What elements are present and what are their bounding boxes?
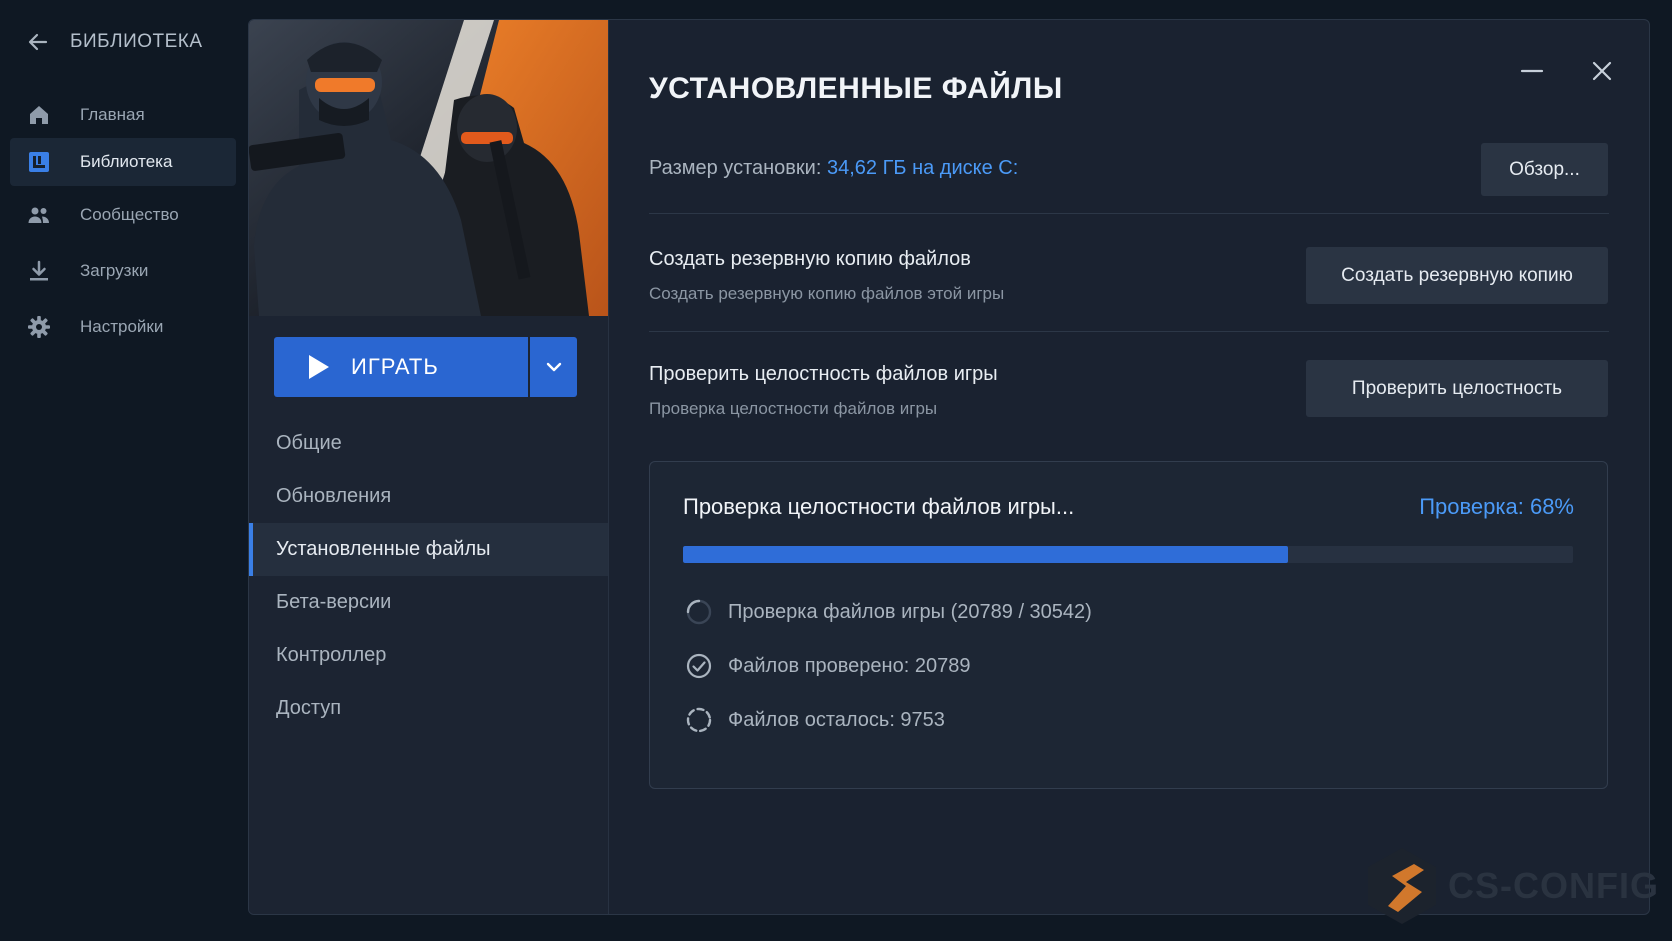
close-button[interactable] xyxy=(1587,56,1617,86)
stat-text: Файлов осталось: 9753 xyxy=(728,708,945,731)
library-icon xyxy=(26,149,52,175)
verify-integrity-button[interactable]: Проверить целостность xyxy=(1306,360,1608,417)
menu-item-controller[interactable]: Контроллер xyxy=(249,629,608,682)
browse-button[interactable]: Обзор... xyxy=(1481,143,1608,196)
menu-item-betas[interactable]: Бета-версии xyxy=(249,576,608,629)
gear-icon xyxy=(26,314,52,340)
back-to-library-button[interactable]: БИБЛИОТЕКА xyxy=(26,30,203,54)
backup-title: Создать резервную копию файлов xyxy=(649,248,971,270)
watermark-text: CS-CONFIG xyxy=(1448,865,1659,906)
sidebar-item-home[interactable]: Главная xyxy=(10,91,236,139)
spinner-icon xyxy=(685,598,713,626)
back-label: БИБЛИОТЕКА xyxy=(70,31,203,52)
page-title: УСТАНОВЛЕННЫЕ ФАЙЛЫ xyxy=(649,72,1063,105)
play-button[interactable]: ИГРАТЬ xyxy=(274,337,528,397)
verification-title: Проверка целостности файлов игры... xyxy=(683,494,1075,519)
progress-bar xyxy=(683,546,1573,563)
download-icon xyxy=(26,258,52,284)
dashed-circle-icon xyxy=(685,706,713,734)
sidebar-item-settings[interactable]: Настройки xyxy=(10,303,236,351)
menu-item-installed-files[interactable]: Установленные файлы xyxy=(249,523,608,576)
watermark-logo-icon xyxy=(1368,848,1436,924)
create-backup-button[interactable]: Создать резервную копию xyxy=(1306,247,1608,304)
check-circle-icon xyxy=(685,652,713,680)
backup-description: Создать резервную копию файлов этой игры xyxy=(649,284,1005,303)
home-icon xyxy=(26,102,52,128)
sidebar-item-community[interactable]: Сообщество xyxy=(10,191,236,239)
menu-item-access[interactable]: Доступ xyxy=(249,682,608,735)
minimize-button[interactable] xyxy=(1517,56,1547,86)
sidebar-item-label: Сообщество xyxy=(80,205,179,224)
sidebar-item-label: Настройки xyxy=(80,317,164,336)
properties-menu: Общие Обновления Установленные файлы Бет… xyxy=(249,417,608,735)
stat-text: Проверка файлов игры (20789 / 30542) xyxy=(728,600,1092,623)
stat-row-checking: Проверка файлов игры (20789 / 30542) xyxy=(685,598,1092,626)
divider xyxy=(649,331,1609,332)
play-label: ИГРАТЬ xyxy=(351,354,439,379)
sidebar-item-label: Загрузки xyxy=(80,261,149,280)
verification-progress-panel: Проверка целостности файлов игры... Пров… xyxy=(649,461,1608,789)
menu-item-general[interactable]: Общие xyxy=(249,417,608,470)
install-size-value[interactable]: 34,62 ГБ на диске C: xyxy=(827,157,1018,179)
play-button-group: ИГРАТЬ xyxy=(274,337,577,397)
watermark: CS-CONFIG xyxy=(1362,846,1659,926)
install-size: Размер установки: 34,62 ГБ на диске C: xyxy=(649,157,1018,180)
game-cover-art xyxy=(249,20,608,316)
stat-row-remaining: Файлов осталось: 9753 xyxy=(685,706,945,734)
chevron-down-icon xyxy=(546,362,561,372)
app-sidebar: БИБЛИОТЕКА Главная Библиотека Сообщество… xyxy=(0,0,240,941)
sidebar-item-label: Главная xyxy=(80,105,145,124)
verification-status: Проверка: 68% xyxy=(1419,494,1574,519)
stat-row-verified: Файлов проверено: 20789 xyxy=(685,652,970,680)
play-options-dropdown[interactable] xyxy=(530,337,577,397)
divider xyxy=(649,213,1609,214)
sidebar-item-downloads[interactable]: Загрузки xyxy=(10,247,236,295)
installed-files-dialog: ИГРАТЬ Общие Обновления Установленные фа… xyxy=(248,19,1650,915)
stat-text: Файлов проверено: 20789 xyxy=(728,654,971,677)
install-size-label: Размер установки: xyxy=(649,157,822,179)
progress-bar-fill xyxy=(683,546,1289,563)
game-properties-sidebar: ИГРАТЬ Общие Обновления Установленные фа… xyxy=(249,20,609,914)
play-icon xyxy=(309,355,329,379)
verify-title: Проверить целостность файлов игры xyxy=(649,363,998,385)
sidebar-item-library[interactable]: Библиотека xyxy=(10,138,236,186)
community-icon xyxy=(26,202,52,228)
arrow-left-icon xyxy=(28,33,48,51)
verify-description: Проверка целостности файлов игры xyxy=(649,399,938,418)
sidebar-item-label: Библиотека xyxy=(80,152,173,171)
menu-item-updates[interactable]: Обновления xyxy=(249,470,608,523)
